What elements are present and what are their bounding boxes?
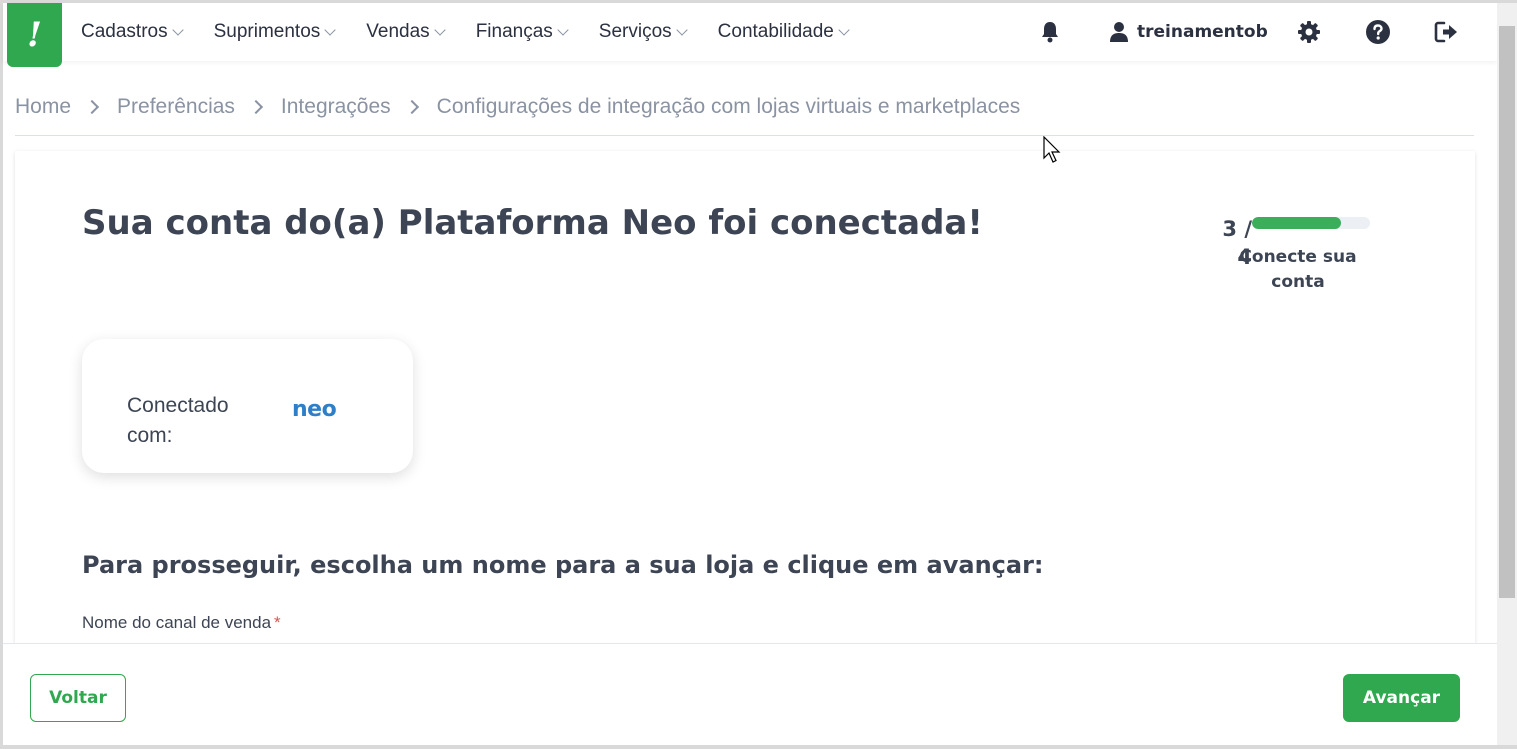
chevron-right-icon [248,99,263,115]
next-button[interactable]: Avançar [1343,674,1460,722]
breadcrumb-home[interactable]: Home [15,95,71,119]
chevron-down-icon [324,24,336,36]
breadcrumb: Home Preferências Integrações Configuraç… [15,94,1020,120]
window-border-bottom [0,745,1517,749]
chevron-down-icon [171,24,184,36]
menu-label: Finanças [475,21,553,42]
window-border-left [0,0,3,749]
chevron-down-icon [675,24,688,36]
channel-name-label-text: Nome do canal de venda [82,613,272,632]
breadcrumb-preferencias[interactable]: Preferências [117,95,235,119]
menu-item-cadastros[interactable]: Cadastros [81,21,184,43]
breadcrumb-integracoes[interactable]: Integrações [281,95,391,119]
settings-button[interactable] [1294,17,1324,47]
mouse-cursor-icon [1043,136,1061,163]
menu-item-financas[interactable]: Finanças [475,21,569,43]
instruction-heading: Para prosseguir, escolha um nome para a … [82,551,1044,579]
help-icon [1366,20,1390,44]
back-button[interactable]: Voltar [30,674,126,722]
page-title: Sua conta do(a) Plataforma Neo foi conec… [82,203,983,243]
chevron-down-icon [434,24,446,36]
menu-label: Cadastros [81,21,168,42]
menu-label: Suprimentos [213,21,321,42]
channel-name-label: Nome do canal de venda * [82,613,281,633]
logout-icon [1434,21,1457,43]
chevron-down-icon [557,24,569,36]
progress-track [1252,217,1370,229]
wizard-footer: Voltar Avançar [3,643,1497,745]
menu-item-vendas[interactable]: Vendas [366,21,446,43]
breadcrumb-current: Configurações de integração com lojas vi… [436,95,1021,118]
user-icon [1110,22,1128,42]
required-mark: * [274,613,281,632]
main-menu: Cadastros Suprimentos Vendas Finanças Se… [81,3,880,61]
menu-label: Contabilidade [717,21,834,42]
app-logo[interactable]: ! [7,3,62,67]
top-navigation: ! Cadastros Suprimentos Vendas Finanças … [3,3,1497,67]
connected-label: Conectado com: [127,394,229,447]
neo-logo: neo [292,397,337,422]
bell-icon [1042,22,1058,43]
progress-fill [1252,217,1341,229]
gear-icon [1298,21,1320,43]
menu-item-contabilidade[interactable]: Contabilidade [717,21,850,43]
logout-button[interactable] [1432,17,1462,47]
menu-label: Vendas [366,21,430,42]
step-label: Conecte sua conta [1239,247,1357,292]
menu-item-suprimentos[interactable]: Suprimentos [213,21,336,43]
user-name: treinamentob [1137,22,1268,42]
breadcrumb-divider [15,135,1474,136]
connected-account-box: Conectado com: neo [82,339,413,473]
chevron-right-icon [84,99,100,115]
menu-item-servicos[interactable]: Serviços [598,21,688,43]
content-card: Sua conta do(a) Plataforma Neo foi conec… [15,151,1475,645]
chevron-right-icon [404,99,419,115]
scrollbar-thumb[interactable] [1499,26,1515,598]
step-progress: 3 / 4 Conecte sua conta [1210,215,1410,305]
user-menu[interactable]: treinamentob [1109,19,1268,45]
menu-label: Serviços [598,21,672,42]
notifications-button[interactable] [1035,17,1065,47]
help-button[interactable] [1363,17,1393,47]
chevron-down-icon [838,24,850,36]
logo-glyph: ! [27,15,42,55]
